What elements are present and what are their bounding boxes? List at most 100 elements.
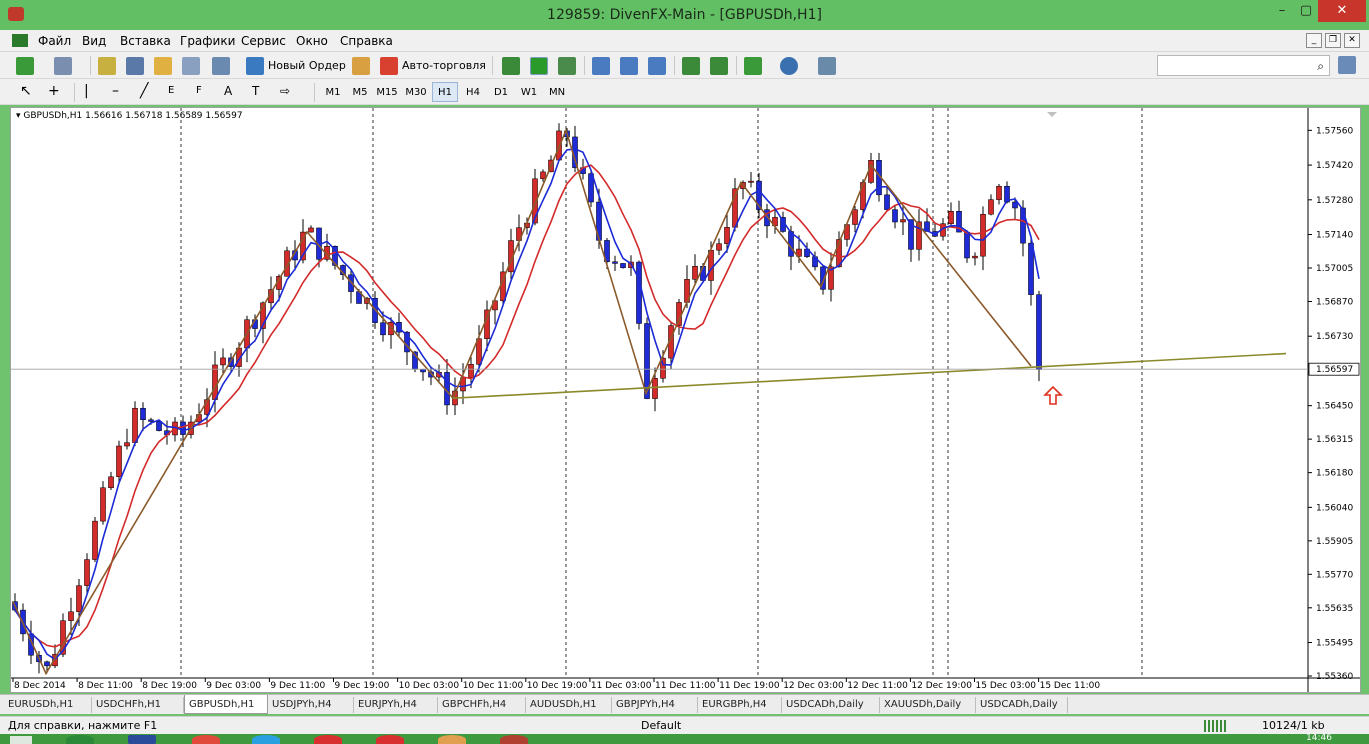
- time-tick-label: 10 Dec 11:00: [463, 681, 524, 691]
- taskbar-app-icon[interactable]: [66, 735, 94, 744]
- tile-windows-icon[interactable]: [648, 57, 666, 75]
- timeframe-m5[interactable]: M5: [347, 82, 373, 102]
- auto-trading-icon[interactable]: [380, 57, 398, 75]
- timeframe-m1[interactable]: M1: [320, 82, 346, 102]
- candle-body: [948, 210, 954, 224]
- meta-editor-icon[interactable]: [352, 57, 370, 75]
- chart-tab[interactable]: GBPJPYh,H4: [612, 697, 698, 713]
- menu-tools[interactable]: Сервис: [241, 34, 286, 48]
- mdi-restore-button[interactable]: ❐: [1325, 33, 1341, 48]
- search-input[interactable]: ⌕: [1157, 55, 1330, 76]
- chart-tab[interactable]: USDCHFh,H1: [92, 697, 184, 713]
- mdi-minimize-button[interactable]: _: [1306, 33, 1322, 48]
- menu-view[interactable]: Вид: [82, 34, 106, 48]
- chart-tab[interactable]: GBPCHFh,H4: [438, 697, 526, 713]
- chart-shift-icon[interactable]: [710, 57, 728, 75]
- fibonacci-icon[interactable]: F: [196, 83, 212, 101]
- candle-body: [76, 585, 82, 613]
- zoom-out-icon[interactable]: [620, 57, 638, 75]
- menu-insert[interactable]: Вставка: [120, 34, 171, 48]
- trendline-icon[interactable]: ╱: [140, 83, 154, 101]
- chart-window-icon[interactable]: [12, 34, 28, 47]
- arrows-icon[interactable]: ⇨: [280, 83, 300, 101]
- line-chart-icon[interactable]: [558, 57, 576, 75]
- start-icon[interactable]: [10, 736, 32, 744]
- navigator-icon[interactable]: [154, 57, 172, 75]
- time-tick-label: 9 Dec 11:00: [270, 681, 325, 691]
- candle-body: [724, 227, 730, 244]
- taskbar-app-icon[interactable]: [438, 735, 466, 744]
- market-watch-icon[interactable]: [98, 57, 116, 75]
- cursor-icon[interactable]: ↖: [20, 83, 34, 101]
- candle-body: [124, 442, 130, 447]
- text-label-icon[interactable]: T: [252, 83, 266, 101]
- symbol-dropdown-icon[interactable]: ▾: [16, 111, 21, 121]
- tester-icon[interactable]: [212, 57, 230, 75]
- bar-chart-icon[interactable]: [502, 57, 520, 75]
- chart-tab[interactable]: EURGBPh,H4: [698, 697, 782, 713]
- new-order-button[interactable]: Новый Ордер: [268, 56, 346, 76]
- timeframe-mn[interactable]: MN: [544, 82, 570, 102]
- candle-body: [132, 407, 138, 443]
- taskbar-app-icon[interactable]: [192, 735, 220, 744]
- timeframe-d1[interactable]: D1: [488, 82, 514, 102]
- horizontal-line-icon[interactable]: –: [112, 83, 126, 101]
- close-button[interactable]: ✕: [1318, 0, 1366, 22]
- new-chart-icon[interactable]: [16, 57, 34, 75]
- menu-help[interactable]: Справка: [340, 34, 393, 48]
- taskbar-app-icon[interactable]: [376, 735, 404, 744]
- timeframe-w1[interactable]: W1: [516, 82, 542, 102]
- crosshair-icon[interactable]: +: [48, 83, 62, 101]
- data-window-icon[interactable]: [126, 57, 144, 75]
- chart-tab[interactable]: USDCADh,Daily: [976, 697, 1068, 713]
- price-tick-label: 1.56870: [1316, 297, 1353, 307]
- menu-window[interactable]: Окно: [296, 34, 328, 48]
- status-bar: Для справки, нажмите F1 Default 10124/1 …: [0, 716, 1369, 734]
- clock: 14:46: [1306, 733, 1332, 743]
- timeframe-m15[interactable]: M15: [374, 82, 400, 102]
- terminal-icon[interactable]: [182, 57, 200, 75]
- taskbar-app-icon[interactable]: [128, 735, 156, 744]
- time-tick-label: 15 Dec 03:00: [976, 681, 1037, 691]
- candle-body: [148, 419, 154, 422]
- indicators-icon[interactable]: [744, 57, 762, 75]
- zoom-in-icon[interactable]: [592, 57, 610, 75]
- taskbar-app-icon[interactable]: [500, 735, 528, 744]
- timeframe-h1[interactable]: H1: [432, 82, 458, 102]
- chart-tab[interactable]: USDCADh,Daily: [782, 697, 880, 713]
- auto-scroll-icon[interactable]: [682, 57, 700, 75]
- candlestick-chart-icon[interactable]: [530, 57, 548, 75]
- taskbar: 14:46: [0, 733, 1369, 744]
- timeframe-m30[interactable]: M30: [403, 82, 429, 102]
- auto-trading-button[interactable]: Авто-торговля: [402, 56, 486, 76]
- equidistant-channel-icon[interactable]: E: [168, 83, 184, 101]
- candle-body: [1012, 201, 1018, 209]
- minimize-button[interactable]: –: [1270, 0, 1294, 22]
- timeframe-h4[interactable]: H4: [460, 82, 486, 102]
- chart-tab[interactable]: USDJPYh,H4: [268, 697, 354, 713]
- community-icon[interactable]: [1338, 56, 1356, 74]
- price-tick-label: 1.55770: [1316, 570, 1353, 580]
- price-chart[interactable]: 1.57560 1.57420 1.57280 1.57140 1.57005 1.568…: [10, 107, 1361, 693]
- chart-canvas[interactable]: 1.57560 1.57420 1.57280 1.57140 1.57005 1.568…: [11, 108, 1360, 692]
- candle-body: [540, 171, 546, 180]
- vertical-line-icon[interactable]: |: [84, 83, 98, 101]
- chart-tab[interactable]: AUDUSDh,H1: [526, 697, 612, 713]
- periods-clock-icon[interactable]: [780, 57, 798, 75]
- chart-tab[interactable]: EURUSDh,H1: [4, 697, 92, 713]
- chart-tab[interactable]: GBPUSDh,H1: [184, 695, 268, 714]
- maximize-button[interactable]: ▢: [1294, 0, 1318, 22]
- text-icon[interactable]: A: [224, 83, 238, 101]
- chart-tab[interactable]: XAUUSDh,Daily: [880, 697, 976, 713]
- candle-body: [620, 263, 626, 268]
- help-hint: Для справки, нажмите F1: [8, 719, 158, 732]
- new-order-icon[interactable]: [246, 57, 264, 75]
- taskbar-app-icon[interactable]: [314, 735, 342, 744]
- profiles-icon[interactable]: [54, 57, 72, 75]
- taskbar-app-icon[interactable]: [252, 735, 280, 744]
- chart-tab[interactable]: EURJPYh,H4: [354, 697, 438, 713]
- menu-file[interactable]: Файл: [38, 34, 71, 48]
- menu-charts[interactable]: Графики: [180, 34, 235, 48]
- templates-icon[interactable]: [818, 57, 836, 75]
- mdi-close-button[interactable]: ✕: [1344, 33, 1360, 48]
